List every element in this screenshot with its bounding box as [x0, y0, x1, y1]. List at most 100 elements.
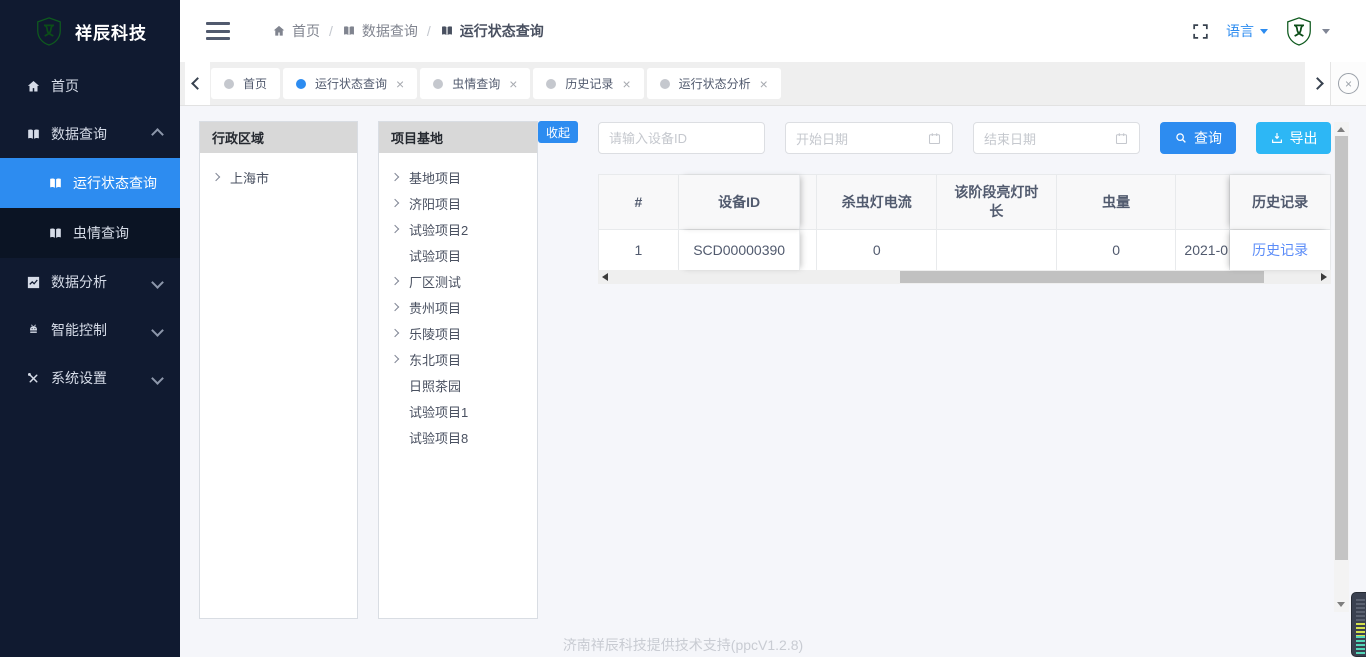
tab-running-status-query[interactable]: 运行状态查询 ×	[283, 68, 417, 99]
fullscreen-icon[interactable]	[1191, 22, 1210, 41]
start-date-input[interactable]: 开始日期	[785, 122, 953, 154]
device-id-input[interactable]	[598, 122, 765, 154]
close-all-tabs-box: ×	[1330, 62, 1366, 105]
sidebar-item-smart-control[interactable]: 智能控制	[0, 306, 180, 354]
meter-yellow-bars	[1356, 623, 1365, 636]
tab-history[interactable]: 历史记录 ×	[533, 68, 643, 99]
tree-item[interactable]: 厂区测试	[392, 268, 537, 294]
tab-close-icon[interactable]: ×	[622, 77, 630, 91]
tab-label: 首页	[243, 75, 267, 92]
tab-close-icon[interactable]: ×	[396, 77, 404, 91]
scroll-right-arrow-icon[interactable]	[1321, 273, 1327, 281]
tree-item[interactable]: 试验项目1	[392, 398, 537, 424]
meter-teal-bars	[1356, 636, 1365, 654]
tree-item[interactable]: 基地项目	[392, 164, 537, 190]
tree-item[interactable]: 试验项目8	[392, 424, 537, 450]
breadcrumb-home[interactable]: 首页	[272, 21, 320, 41]
brand[interactable]: 祥辰科技	[0, 0, 180, 62]
volume-meter-overlay	[1351, 592, 1366, 657]
tree-item-shanghai[interactable]: 上海市	[213, 164, 357, 190]
tree-item-label: 东北项目	[409, 350, 461, 369]
sidebar-item-data-query[interactable]: 数据查询	[0, 110, 180, 158]
user-menu[interactable]	[1284, 16, 1330, 46]
horizontal-scrollbar-thumb[interactable]	[900, 271, 1264, 283]
cell-kill-lamp-current: 0	[817, 230, 937, 270]
start-date-placeholder: 开始日期	[796, 129, 927, 148]
screen: 祥辰科技 首页 数据查询 运行状态查询 虫情查询 数据分析	[0, 0, 1366, 657]
tab-insect-query[interactable]: 虫情查询 ×	[420, 68, 530, 99]
chevron-left-icon	[191, 77, 204, 90]
tree-item-label: 厂区测试	[409, 272, 461, 291]
chart-icon	[26, 275, 41, 290]
chevron-right-icon	[391, 355, 399, 363]
sidebar-item-home[interactable]: 首页	[0, 62, 180, 110]
table-horizontal-scrollbar[interactable]	[598, 270, 1331, 284]
tab-close-icon[interactable]: ×	[760, 77, 768, 91]
tree-item-label: 乐陵项目	[409, 324, 461, 343]
tab-label: 运行状态查询	[315, 75, 387, 92]
open-tabs: 首页 运行状态查询 × 虫情查询 × 历史记录 × 运行状态分析 ×	[211, 68, 781, 99]
language-dropdown[interactable]: 语言	[1226, 21, 1268, 41]
sidebar-item-label: 数据查询	[51, 124, 153, 144]
tree-item[interactable]: 日照茶园	[392, 372, 537, 398]
tree-item-label: 试验项目1	[409, 402, 468, 421]
sidebar-item-data-analysis[interactable]: 数据分析	[0, 258, 180, 306]
chevron-right-icon	[391, 329, 399, 337]
scroll-down-arrow-icon[interactable]	[1337, 602, 1345, 607]
scroll-up-arrow-icon[interactable]	[1337, 127, 1345, 132]
close-all-tabs-icon[interactable]: ×	[1338, 73, 1359, 94]
tree-item[interactable]: 贵州项目	[392, 294, 537, 320]
sidebar-item-label: 智能控制	[51, 320, 153, 340]
tree-item[interactable]: 试验项目2	[392, 216, 537, 242]
tabs-scroll-right-button[interactable]	[1305, 62, 1330, 105]
tab-running-status-analysis[interactable]: 运行状态分析 ×	[647, 68, 781, 99]
cell-time-clipped: 2021-0	[1176, 230, 1230, 270]
collapse-panels-button[interactable]: 收起	[538, 121, 578, 143]
region-panel-title: 行政区域	[200, 122, 357, 153]
hamburger-menu-icon[interactable]	[206, 22, 230, 40]
vertical-scrollbar-thumb[interactable]	[1335, 136, 1348, 560]
export-button[interactable]: 导出	[1256, 122, 1331, 154]
book-icon	[26, 127, 41, 142]
col-header-clipped	[800, 175, 817, 229]
tab-close-icon[interactable]: ×	[509, 77, 517, 91]
col-header-stage-light-duration: 该阶段亮灯时长	[937, 175, 1057, 229]
tree-item[interactable]: 东北项目	[392, 346, 537, 372]
main-content: 行政区域 上海市 项目基地 基地项目 济阳项目 试验项目2 试验项目 厂区测试 …	[180, 106, 1366, 657]
content-vertical-scrollbar[interactable]	[1334, 122, 1349, 612]
chevron-right-icon	[391, 303, 399, 311]
home-icon	[272, 24, 286, 38]
breadcrumb-label: 首页	[292, 21, 320, 41]
breadcrumb: 首页 / 数据查询 / 运行状态查询	[272, 21, 544, 41]
chevron-right-icon	[391, 277, 399, 285]
chevron-down-icon	[151, 372, 164, 385]
sidebar-item-insect-query[interactable]: 虫情查询	[0, 208, 180, 258]
tabs-scroll-left-button[interactable]	[185, 62, 210, 105]
tree-item-label: 济阳项目	[409, 194, 461, 213]
tree-item-label: 贵州项目	[409, 298, 461, 317]
chevron-up-icon	[151, 128, 164, 141]
tab-home[interactable]: 首页	[211, 68, 280, 99]
sidebar-submenu: 运行状态查询 虫情查询	[0, 158, 180, 258]
scroll-left-arrow-icon[interactable]	[602, 273, 608, 281]
sidebar-item-label: 运行状态查询	[73, 173, 162, 193]
calendar-icon	[927, 131, 942, 146]
tab-status-dot	[546, 79, 556, 89]
tree-item[interactable]: 乐陵项目	[392, 320, 537, 346]
brand-shield-icon	[34, 16, 64, 46]
col-header-time-clipped	[1176, 175, 1230, 229]
project-panel: 项目基地 基地项目 济阳项目 试验项目2 试验项目 厂区测试 贵州项目 乐陵项目…	[378, 121, 538, 619]
sidebar-item-system-settings[interactable]: 系统设置	[0, 354, 180, 402]
table-header-row: # 设备ID 杀虫灯电流 该阶段亮灯时长 虫量 历史记录	[599, 175, 1330, 229]
tab-status-dot	[433, 79, 443, 89]
tree-item[interactable]: 试验项目	[392, 242, 537, 268]
search-button[interactable]: 查询	[1160, 122, 1236, 154]
tree-item-label: 试验项目2	[409, 220, 468, 239]
breadcrumb-data-query[interactable]: 数据查询	[342, 21, 418, 41]
history-link[interactable]: 历史记录	[1252, 240, 1308, 260]
tree-item[interactable]: 济阳项目	[392, 190, 537, 216]
header-actions: 语言	[1191, 16, 1330, 46]
sidebar-item-running-status-query[interactable]: 运行状态查询	[0, 158, 180, 208]
end-date-input[interactable]: 结束日期	[973, 122, 1140, 154]
tree-item-label: 上海市	[230, 168, 269, 187]
